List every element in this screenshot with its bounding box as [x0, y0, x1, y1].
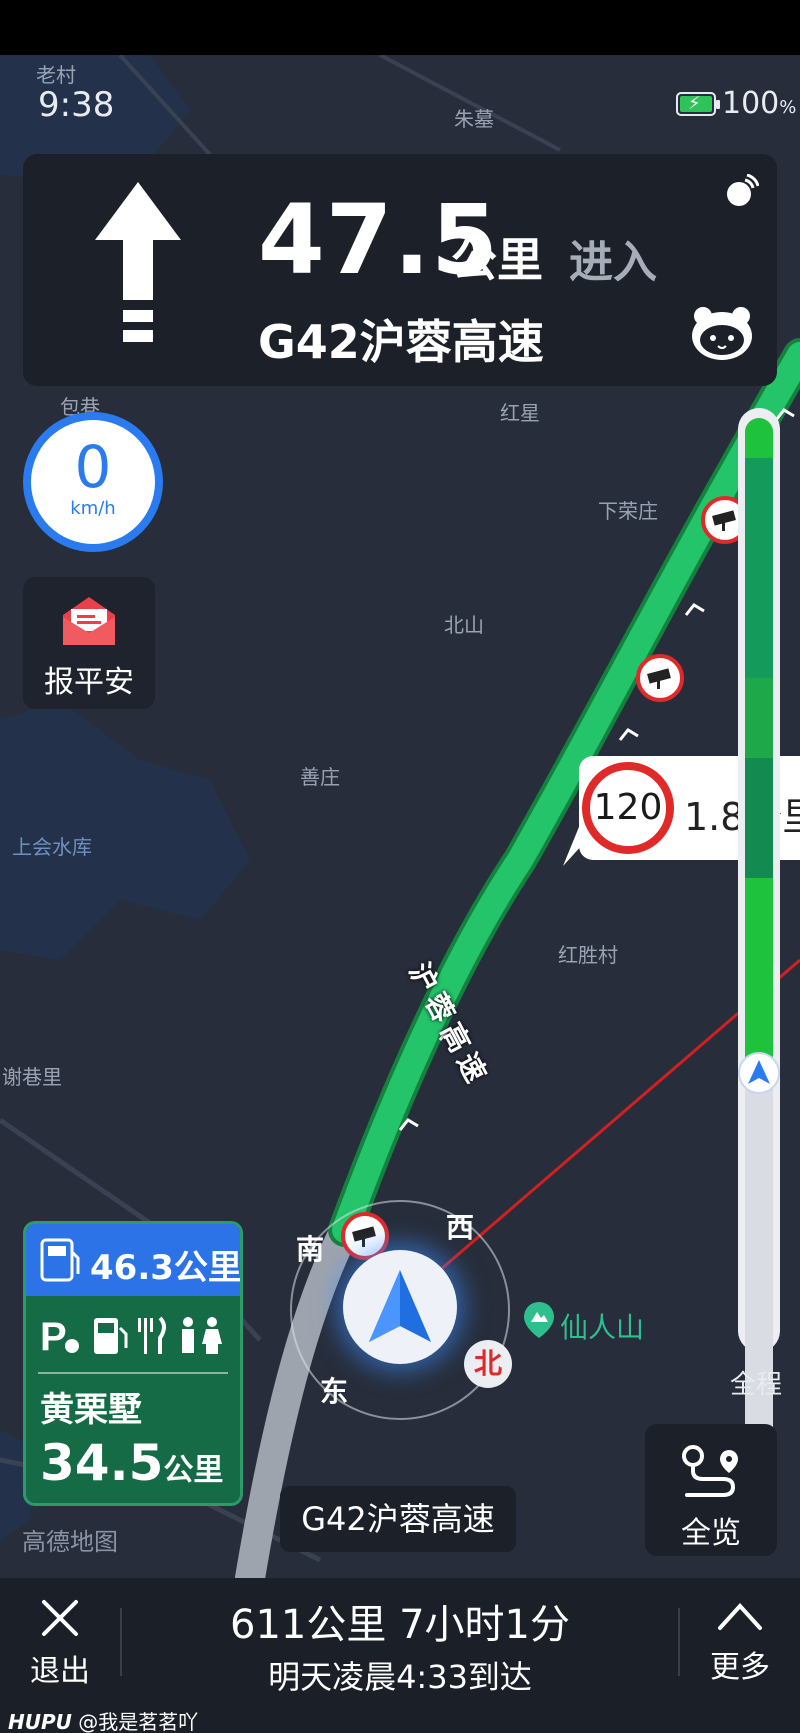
- progress-inner: [745, 418, 773, 1478]
- exit-label: 退出: [30, 1654, 90, 1689]
- place-label: 善庄: [300, 765, 340, 789]
- divider: [678, 1608, 680, 1676]
- compass-east: 东: [320, 1375, 349, 1408]
- safety-report-label: 报平安: [44, 665, 134, 700]
- guidance-road-name: G42沪蓉高速: [258, 315, 544, 369]
- route-progress-bar[interactable]: [738, 408, 780, 1478]
- service-area-card[interactable]: 46.3公里 P 黄栗墅 34.5公里: [23, 1221, 243, 1506]
- speed-camera-icon: [636, 654, 684, 702]
- compass-north: 北: [464, 1340, 512, 1388]
- guidance-action: 进入: [569, 237, 657, 288]
- top-black-bar: [0, 0, 800, 55]
- navigation-arrow-icon: [369, 1270, 431, 1342]
- current-speed: 0: [74, 433, 112, 501]
- place-label: 朱墓: [454, 107, 494, 131]
- safety-report-button[interactable]: 报平安: [23, 577, 155, 709]
- straight-arrow-icon: [95, 182, 181, 342]
- trip-summary: 611公里 7小时1分: [230, 1602, 570, 1648]
- place-label: 谢巷里: [2, 1065, 62, 1089]
- voice-assistant-mascot-icon[interactable]: [689, 304, 755, 362]
- route-overview-label: 全览: [681, 1516, 741, 1551]
- service-card-divider: [38, 1372, 228, 1374]
- place-label: 下荣庄: [598, 499, 658, 523]
- battery-level: 100%: [722, 86, 797, 121]
- place-label: 红星: [500, 401, 540, 425]
- speed-unit: km/h: [70, 498, 116, 519]
- route-overview-icon: [682, 1445, 738, 1497]
- service-area-distance: 34.5公里: [40, 1434, 224, 1492]
- nav-arrow-icon: [748, 1060, 770, 1084]
- speed-limit-sign: 120: [582, 762, 674, 854]
- reservoir-label: 上会水库: [12, 835, 92, 859]
- fuel-station-row: 46.3公里: [26, 1224, 240, 1296]
- compass-south: 南: [296, 1233, 325, 1266]
- speedometer: 0 km/h: [23, 412, 163, 552]
- more-label: 更多: [710, 1650, 770, 1685]
- place-label: 老村: [36, 63, 76, 87]
- place-label: 红胜村: [558, 943, 618, 967]
- compass-west: 西: [446, 1211, 475, 1244]
- progress-label: 全程: [730, 1370, 783, 1400]
- battery-icon: ⚡: [676, 92, 720, 116]
- vehicle-position-puck: [343, 1250, 457, 1364]
- poi-pin-icon[interactable]: [522, 1300, 556, 1340]
- envelope-icon: [63, 597, 115, 645]
- fuel-station-distance: 46.3公里: [90, 1248, 242, 1288]
- exit-navigation-button[interactable]: 退出: [20, 1598, 100, 1690]
- close-icon: [42, 1600, 78, 1636]
- service-area-name: 黄栗墅: [40, 1390, 142, 1430]
- current-road-label: G42沪蓉高速: [280, 1486, 516, 1552]
- progress-position-marker[interactable]: [738, 1052, 780, 1094]
- place-label: 北山: [444, 613, 484, 637]
- more-button[interactable]: 更多: [700, 1598, 780, 1686]
- watermark-credit: HUPU @我是茗茗吖: [8, 1710, 199, 1733]
- map-brand-logo: 高德地图: [22, 1528, 118, 1556]
- svg-text:P: P: [40, 1315, 67, 1359]
- poi-label[interactable]: 仙人山: [560, 1306, 644, 1346]
- route-overview-button[interactable]: 全览: [645, 1424, 777, 1556]
- trip-eta: 明天凌晨4:33到达: [268, 1658, 532, 1696]
- guidance-panel[interactable]: 47.5 公里 进入 G42沪蓉高速: [23, 154, 777, 386]
- guidance-distance-unit: 公里: [451, 233, 543, 287]
- status-time: 9:38: [38, 85, 115, 125]
- service-facilities-icons: P: [40, 1315, 222, 1359]
- voice-broadcast-icon[interactable]: [725, 174, 759, 208]
- fuel-station-icon: [40, 1238, 80, 1282]
- chevron-up-icon: [718, 1603, 762, 1630]
